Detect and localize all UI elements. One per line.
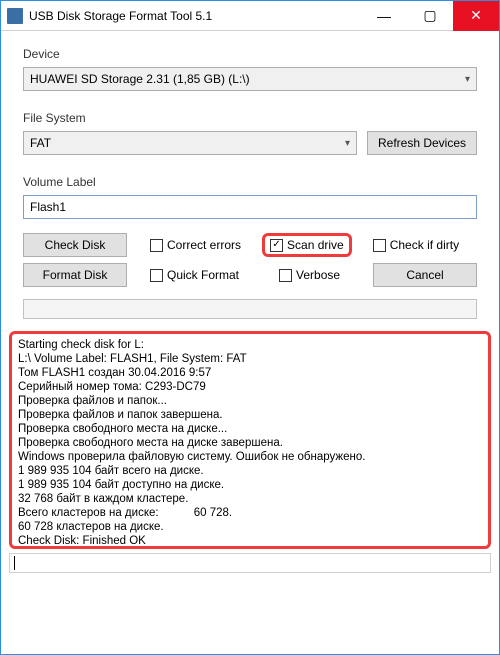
- command-input[interactable]: [9, 553, 491, 573]
- progress-bar: [23, 299, 477, 319]
- check-if-dirty-checkbox[interactable]: Check if dirty: [370, 236, 462, 254]
- device-dropdown[interactable]: HUAWEI SD Storage 2.31 (1,85 GB) (L:\) ▾: [23, 67, 477, 91]
- scan-drive-label: Scan drive: [287, 238, 344, 252]
- format-disk-button[interactable]: Format Disk: [23, 263, 127, 287]
- check-disk-label: Check Disk: [45, 238, 106, 252]
- minimize-button[interactable]: —: [361, 1, 407, 31]
- maximize-button[interactable]: ▢: [407, 1, 453, 31]
- verbose-label: Verbose: [296, 268, 340, 282]
- close-button[interactable]: ✕: [453, 1, 499, 31]
- scan-drive-checkbox[interactable]: ✓ Scan drive: [262, 233, 352, 257]
- quick-format-checkbox[interactable]: Quick Format: [147, 266, 242, 284]
- device-dropdown-value: HUAWEI SD Storage 2.31 (1,85 GB) (L:\): [30, 72, 250, 86]
- check-disk-button[interactable]: Check Disk: [23, 233, 127, 257]
- volume-label-input[interactable]: [23, 195, 477, 219]
- client-area: Device HUAWEI SD Storage 2.31 (1,85 GB) …: [1, 31, 499, 325]
- cancel-label: Cancel: [406, 268, 443, 282]
- caret-icon: [14, 556, 15, 570]
- verbose-checkbox[interactable]: Verbose: [276, 266, 343, 284]
- format-disk-label: Format Disk: [43, 268, 108, 282]
- app-icon: [7, 8, 23, 24]
- log-output[interactable]: Starting check disk for L: L:\ Volume La…: [18, 338, 482, 542]
- window-title: USB Disk Storage Format Tool 5.1: [29, 9, 361, 23]
- log-output-frame: Starting check disk for L: L:\ Volume La…: [9, 331, 491, 549]
- titlebar: USB Disk Storage Format Tool 5.1 — ▢ ✕: [1, 1, 499, 31]
- refresh-devices-label: Refresh Devices: [378, 136, 466, 150]
- quick-format-label: Quick Format: [167, 268, 239, 282]
- checkbox-icon: [373, 239, 386, 252]
- checkbox-icon: [279, 269, 292, 282]
- chevron-down-icon: ▾: [465, 74, 470, 85]
- volume-label-label: Volume Label: [23, 175, 477, 189]
- refresh-devices-button[interactable]: Refresh Devices: [367, 131, 477, 155]
- checkbox-icon: [150, 239, 163, 252]
- chevron-down-icon: ▾: [345, 138, 350, 149]
- cancel-button[interactable]: Cancel: [373, 263, 477, 287]
- checkbox-icon: [150, 269, 163, 282]
- filesystem-dropdown[interactable]: FAT ▾: [23, 131, 357, 155]
- check-if-dirty-label: Check if dirty: [390, 238, 459, 252]
- device-label: Device: [23, 47, 477, 61]
- correct-errors-checkbox[interactable]: Correct errors: [147, 236, 244, 254]
- filesystem-dropdown-value: FAT: [30, 136, 51, 150]
- checkbox-icon: ✓: [270, 239, 283, 252]
- correct-errors-label: Correct errors: [167, 238, 241, 252]
- filesystem-label: File System: [23, 111, 477, 125]
